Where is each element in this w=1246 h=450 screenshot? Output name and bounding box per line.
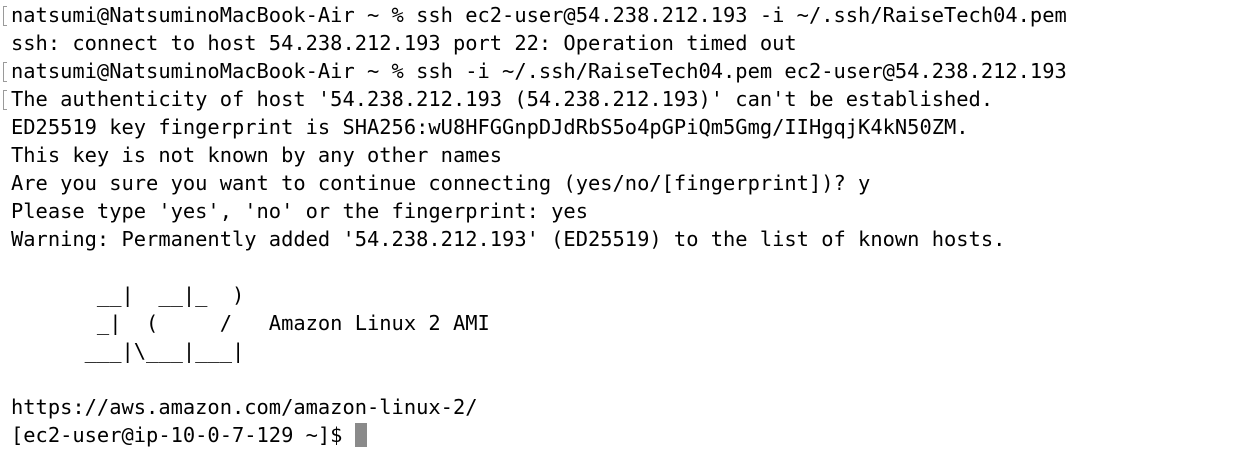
terminal-line-14 bbox=[11, 365, 1246, 393]
ascii-logo-line-1: __| __|_ ) bbox=[11, 283, 245, 307]
text-cursor bbox=[354, 423, 367, 447]
mark-bracket-2 bbox=[3, 62, 7, 82]
prompt-line[interactable]: [ec2-user@ip-10-0-7-129 ~]$ bbox=[11, 421, 1246, 449]
terminal-line-15: https://aws.amazon.com/amazon-linux-2/ bbox=[11, 395, 478, 419]
terminal-line-4: The authenticity of host '54.238.212.193… bbox=[11, 87, 994, 111]
terminal-line-9: Warning: Permanently added '54.238.212.1… bbox=[11, 227, 1006, 251]
terminal-line-1: natsumi@NatsuminoMacBook-Air ~ % ssh ec2… bbox=[11, 3, 1067, 27]
terminal-line-7: Are you sure you want to continue connec… bbox=[11, 171, 871, 195]
terminal-line-3: natsumi@NatsuminoMacBook-Air ~ % ssh -i … bbox=[11, 59, 1067, 83]
mark-bracket-3 bbox=[3, 90, 7, 110]
terminal-line-10 bbox=[11, 253, 1246, 281]
mark-bracket-1 bbox=[3, 6, 7, 26]
terminal-line-8: Please type 'yes', 'no' or the fingerpri… bbox=[11, 199, 588, 223]
ascii-logo-line-3: ___|\___|___| bbox=[11, 339, 245, 363]
terminal-line-2: ssh: connect to host 54.238.212.193 port… bbox=[11, 31, 797, 55]
terminal-line-5: ED25519 key fingerprint is SHA256:wU8HFG… bbox=[11, 115, 969, 139]
shell-prompt: [ec2-user@ip-10-0-7-129 ~]$ bbox=[11, 423, 355, 447]
terminal-line-6: This key is not known by any other names bbox=[11, 143, 503, 167]
terminal-window[interactable]: natsumi@NatsuminoMacBook-Air ~ % ssh ec2… bbox=[0, 0, 1246, 450]
ascii-logo-line-2: _| ( / Amazon Linux 2 AMI bbox=[11, 311, 490, 335]
